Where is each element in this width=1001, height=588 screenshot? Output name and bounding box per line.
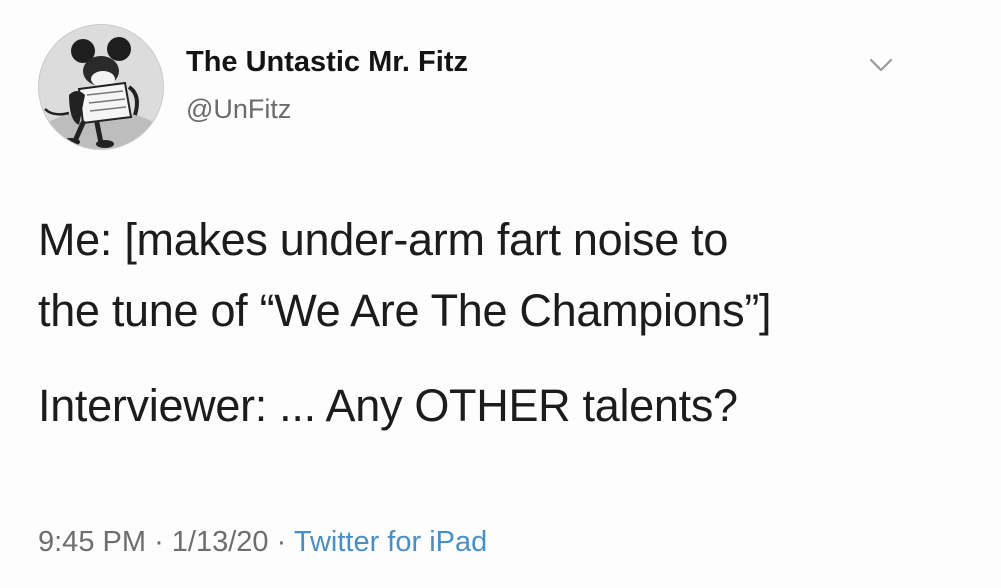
tweet-text-line: Interviewer: ... Any OTHER talents?	[38, 380, 738, 431]
tweet-text-line: Me: [makes under-arm fart noise to	[38, 214, 729, 265]
author-handle[interactable]: @UnFitz	[186, 94, 291, 125]
tweet-source-link[interactable]: Twitter for iPad	[294, 526, 487, 558]
chevron-down-icon[interactable]	[866, 54, 896, 76]
tweet-metadata: 9:45 PM · 1/13/20 · Twitter for iPad	[38, 526, 487, 559]
tweet-date[interactable]: 1/13/20	[172, 526, 269, 558]
author-display-name[interactable]: The Untastic Mr. Fitz	[186, 46, 468, 79]
tweet-card: The Untastic Mr. Fitz @UnFitz Me: [makes…	[0, 0, 1001, 588]
meta-separator: ·	[154, 526, 164, 558]
cartoon-mouse-icon	[39, 25, 163, 149]
tweet-time[interactable]: 9:45 PM	[38, 526, 146, 558]
meta-separator: ·	[276, 526, 287, 558]
tweet-text-line: the tune of “We Are The Champions”]	[38, 285, 772, 336]
avatar[interactable]	[38, 24, 164, 150]
